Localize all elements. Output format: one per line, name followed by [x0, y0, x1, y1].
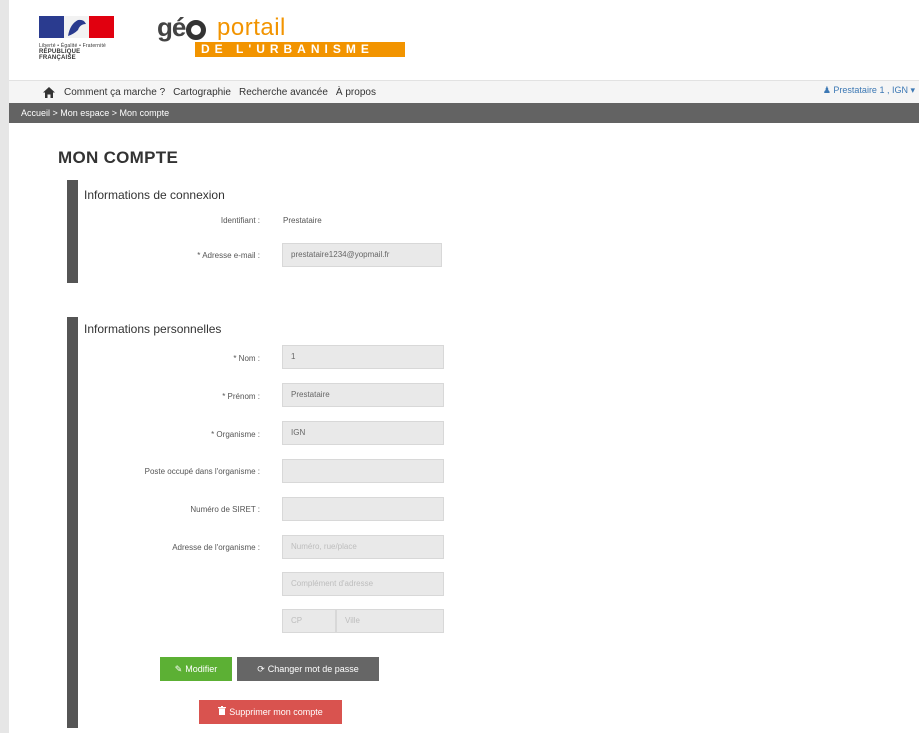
section-connexion-title: Informations de connexion [84, 188, 225, 202]
user-icon: ♟ [822, 85, 831, 95]
modifier-label: Modifier [185, 664, 218, 674]
nom-field[interactable]: 1 [282, 345, 444, 369]
flag-white [64, 16, 89, 38]
complement-adresse-field[interactable]: Complément d'adresse [282, 572, 444, 596]
nav-a-propos[interactable]: À propos [336, 87, 376, 98]
flag-blue [39, 16, 64, 38]
main-navbar: Comment ça marche ? Cartographie Recherc… [9, 80, 919, 104]
organisme-label: * Organisme : [211, 430, 260, 439]
site-header: Liberté • Égalité • Fraternité RÉPUBLIQU… [9, 0, 919, 80]
section-personnelles-title: Informations personnelles [84, 322, 222, 336]
nav-recherche-avancee[interactable]: Recherche avancée [239, 87, 328, 98]
prenom-label: * Prénom : [222, 392, 260, 401]
siret-field[interactable] [282, 497, 444, 521]
poste-field[interactable] [282, 459, 444, 483]
changer-mot-de-passe-label: Changer mot de passe [267, 664, 359, 674]
marianne-icon [68, 19, 86, 36]
page-title: MON COMPTE [58, 148, 179, 167]
window-left-edge [0, 0, 9, 733]
ville-field[interactable]: Ville [336, 609, 444, 633]
breadcrumb[interactable]: Accueil > Mon espace > Mon compte [9, 103, 919, 123]
logo-portail-text: portail [217, 14, 286, 41]
geoportail-urbanisme-logo[interactable]: gé portail DE L'URBANISME [157, 12, 427, 62]
home-icon[interactable] [42, 86, 56, 98]
siret-label: Numéro de SIRET : [190, 505, 260, 514]
adresse-label: Adresse de l'organisme : [172, 543, 260, 552]
email-field[interactable]: prestataire1234@yopmail.fr [282, 243, 442, 267]
flag-red [89, 16, 114, 38]
user-menu[interactable]: ♟ Prestataire 1 , IGN ▾ [823, 85, 915, 96]
logo-banner: DE L'URBANISME [195, 42, 405, 57]
identifiant-label: Identifiant : [220, 216, 260, 225]
logo-o-icon [186, 20, 207, 40]
refresh-icon: ⟳ [257, 664, 265, 674]
republique-text: Liberté • Égalité • Fraternité RÉPUBLIQU… [39, 43, 107, 61]
nom-label: * Nom : [233, 354, 260, 363]
adresse-field[interactable]: Numéro, rue/place [282, 535, 444, 559]
section-personnelles-bar [67, 317, 78, 728]
user-menu-label: Prestataire 1 , IGN [833, 85, 908, 95]
identifiant-value: Prestataire [283, 216, 322, 225]
section-connexion-bar [67, 180, 78, 283]
modifier-button[interactable]: ✎ Modifier [160, 657, 232, 681]
nav-comment-ca-marche[interactable]: Comment ça marche ? [64, 87, 165, 98]
organisme-field[interactable]: IGN [282, 421, 444, 445]
code-postal-field[interactable]: CP [282, 609, 336, 633]
pencil-icon: ✎ [174, 664, 183, 674]
email-label: * Adresse e-mail : [197, 251, 260, 260]
nav-cartographie[interactable]: Cartographie [173, 87, 231, 98]
supprimer-compte-label: Supprimer mon compte [229, 707, 323, 717]
poste-label: Poste occupé dans l'organisme : [144, 467, 260, 476]
caret-down-icon: ▾ [910, 85, 915, 95]
logo-geo-text: gé [157, 12, 207, 43]
republique-francaise-logo[interactable]: Liberté • Égalité • Fraternité RÉPUBLIQU… [34, 14, 118, 66]
prenom-field[interactable]: Prestataire [282, 383, 444, 407]
trash-icon [218, 700, 227, 724]
changer-mot-de-passe-button[interactable]: ⟳ Changer mot de passe [237, 657, 379, 681]
supprimer-compte-button[interactable]: Supprimer mon compte [199, 700, 342, 724]
